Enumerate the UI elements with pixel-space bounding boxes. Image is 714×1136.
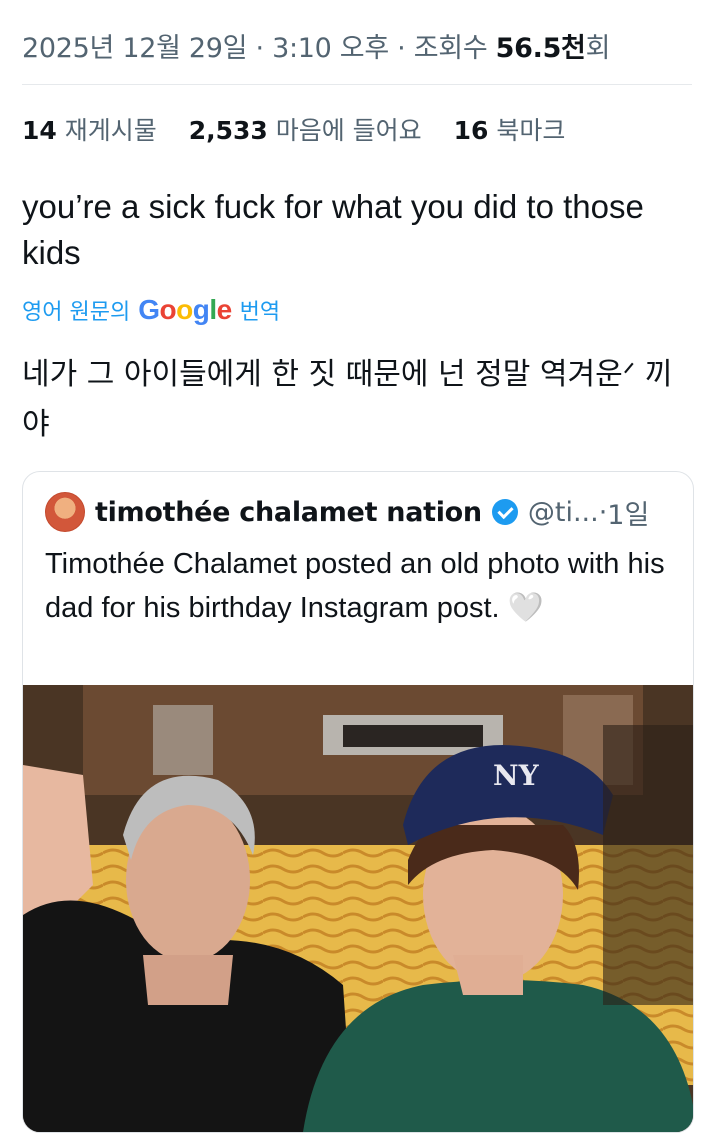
- bookmarks-stat[interactable]: 16 북마크: [454, 116, 566, 145]
- post-date: 2025년 12월 29일: [22, 33, 248, 64]
- quoted-post-age[interactable]: 1일: [607, 493, 649, 532]
- svg-text:NY: NY: [493, 759, 540, 792]
- translated-text: 네가 그 아이들에게 한 짓 때문에 넌 정말 역겨운ᐟ 끼야: [22, 357, 673, 442]
- views-count: 56.5천: [495, 33, 586, 64]
- verified-badge-icon: [491, 499, 518, 525]
- views-label: 조회수: [413, 33, 496, 64]
- quoted-post-text: Timothée Chalamet posted an old photo wi…: [45, 548, 665, 624]
- quoted-post-photo[interactable]: NY: [23, 685, 693, 1132]
- quoted-post-card[interactable]: timothée chalamet nation @ti... · 1일 Tim…: [22, 471, 694, 1133]
- post-time: 3:10 오후: [272, 33, 389, 64]
- quoted-author-name[interactable]: timothée chalamet nation: [95, 497, 482, 528]
- engagement-stats: 14 재게시물 2,533 마음에 들어요 16 북마크: [22, 111, 589, 147]
- translate-link[interactable]: 영어 원문의 Google 번역: [22, 294, 280, 326]
- tweet-text: you’re a sick fuck for what you did to t…: [22, 188, 644, 271]
- google-logo: Google: [138, 294, 232, 325]
- post-meta: 2025년 12월 29일 · 3:10 오후 · 조회수 56.5천회: [22, 33, 611, 64]
- white-heart-emoji: 🤍: [507, 592, 544, 624]
- reposts-stat[interactable]: 14 재게시물: [22, 116, 157, 145]
- profile-avatar[interactable]: [45, 492, 85, 532]
- quoted-post-header: timothée chalamet nation @ti... · 1일: [45, 492, 649, 532]
- quoted-author-handle[interactable]: @ti...: [528, 497, 599, 528]
- divider: [22, 84, 692, 85]
- likes-stat[interactable]: 2,533 마음에 들어요: [189, 116, 422, 145]
